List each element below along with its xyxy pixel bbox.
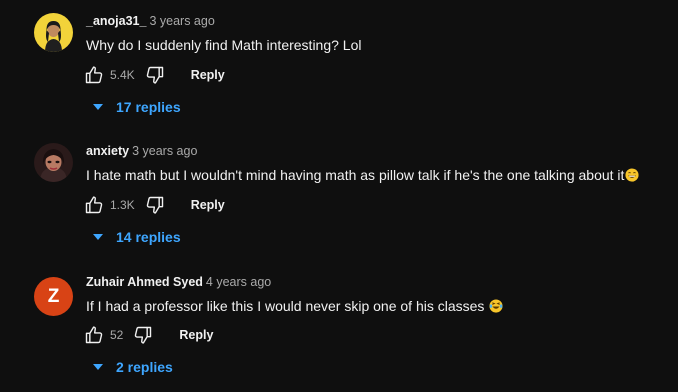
replies-count-label: 2 replies (116, 359, 173, 375)
comment-author[interactable]: _anoja31_ (86, 14, 146, 28)
comment-meta: anxiety 3 years ago (86, 143, 668, 159)
like-icon[interactable] (84, 65, 104, 85)
caret-down-icon (93, 364, 103, 370)
avatar[interactable]: Z (34, 277, 73, 316)
comment-text: I hate math but I wouldn't mind having m… (86, 166, 668, 184)
avatar[interactable] (34, 143, 73, 182)
dislike-icon[interactable] (145, 65, 165, 85)
comment-author[interactable]: Zuhair Ahmed Syed (86, 275, 203, 289)
comment-actions: 1.3K Reply (84, 193, 225, 217)
caret-down-icon (93, 104, 103, 110)
comment-text-content: I hate math but I wouldn't mind having m… (86, 167, 625, 183)
view-replies-button[interactable]: 17 replies (92, 99, 181, 115)
comment-text: Why do I suddenly find Math interesting?… (86, 37, 362, 53)
like-count: 1.3K (110, 198, 135, 212)
comment-text-content: If I had a professor like this I would n… (86, 298, 485, 314)
reply-button[interactable]: Reply (179, 328, 213, 342)
like-count: 52 (110, 328, 124, 342)
reply-button[interactable]: Reply (191, 68, 225, 82)
view-replies-button[interactable]: 2 replies (92, 359, 173, 375)
user-photo-avatar-icon (34, 143, 73, 182)
avatar-letter: Z (47, 285, 60, 307)
view-replies-button[interactable]: 14 replies (92, 229, 181, 245)
replies-count-label: 17 replies (116, 99, 181, 115)
like-count: 5.4K (110, 68, 135, 82)
like-icon[interactable] (84, 325, 104, 345)
user-photo-avatar-icon (34, 13, 73, 52)
dislike-icon[interactable] (145, 195, 165, 215)
comment-meta: _anoja31_ 3 years ago (86, 13, 668, 29)
comment-actions: 5.4K Reply (84, 63, 225, 87)
comment-timestamp[interactable]: 3 years ago (132, 144, 197, 158)
comment-author[interactable]: anxiety (86, 144, 129, 158)
comment-meta: Zuhair Ahmed Syed 4 years ago (86, 274, 668, 290)
laughing-tears-emoji-icon (489, 299, 503, 313)
like-icon[interactable] (84, 195, 104, 215)
reply-button[interactable]: Reply (191, 198, 225, 212)
replies-count-label: 14 replies (116, 229, 181, 245)
avatar[interactable] (34, 13, 73, 52)
comment-timestamp[interactable]: 4 years ago (206, 275, 271, 289)
dislike-icon[interactable] (133, 325, 153, 345)
grinning-face-emoji-icon (625, 168, 639, 182)
comment-actions: 52 Reply (84, 323, 213, 347)
comment-timestamp[interactable]: 3 years ago (149, 14, 214, 28)
caret-down-icon (93, 234, 103, 240)
comment-text: If I had a professor like this I would n… (86, 297, 668, 315)
